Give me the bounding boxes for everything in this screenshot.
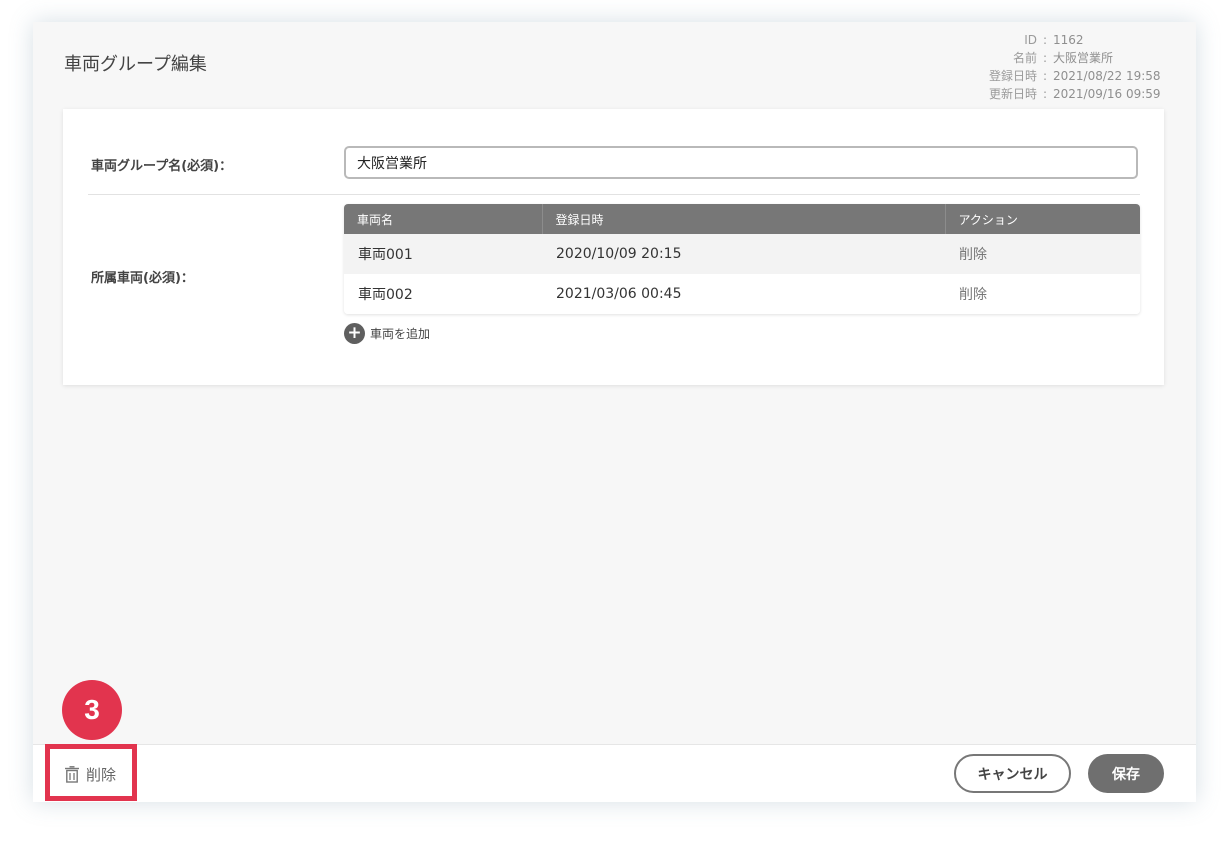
add-vehicle-button[interactable]: + 車両を追加 bbox=[344, 323, 430, 344]
table-header-row: 車両名 登録日時 アクション bbox=[344, 204, 1140, 234]
meta-value: 大阪営業所 bbox=[1053, 51, 1114, 65]
meta-key: ID bbox=[1024, 33, 1037, 47]
vehicles-table: 車両名 登録日時 アクション 車両001 2020/10/09 20:15 削除… bbox=[344, 204, 1140, 314]
step-number-badge: 3 bbox=[62, 680, 122, 740]
column-header-registered-at[interactable]: 登録日時 bbox=[542, 204, 946, 234]
meta-registered-at: 登録日時 : 2021/08/22 19:58 bbox=[989, 67, 1163, 85]
meta-value: 2021/08/22 19:58 bbox=[1053, 69, 1161, 83]
group-name-input[interactable] bbox=[344, 146, 1138, 179]
group-name-row: 車両グループ名(必須)： bbox=[88, 109, 1140, 195]
meta-key: 更新日時 bbox=[988, 87, 1037, 101]
remove-vehicle-link[interactable]: 削除 bbox=[945, 274, 1140, 314]
meta-separator: : bbox=[1042, 69, 1048, 83]
vehicle-name-cell: 車両002 bbox=[344, 274, 542, 314]
meta-value: 1162 bbox=[1053, 33, 1084, 47]
record-meta: ID : 1162 名前 : 大阪営業所 登録日時 : 2021/08/22 1… bbox=[989, 31, 1163, 103]
registered-at-cell: 2020/10/09 20:15 bbox=[542, 234, 945, 274]
footer-bar: 削除 キャンセル 保存 bbox=[33, 744, 1196, 802]
column-header-action: アクション bbox=[945, 204, 1140, 234]
vehicle-name-cell: 車両001 bbox=[344, 234, 542, 274]
edit-vehicle-group-window: 車両グループ編集 ID : 1162 名前 : 大阪営業所 登録日時 : 202… bbox=[33, 22, 1196, 802]
save-button[interactable]: 保存 bbox=[1088, 754, 1164, 793]
page-title: 車両グループ編集 bbox=[64, 54, 207, 75]
meta-separator: : bbox=[1042, 87, 1048, 101]
meta-key: 登録日時 bbox=[988, 69, 1037, 83]
cancel-button[interactable]: キャンセル bbox=[954, 754, 1071, 793]
table-row: 車両001 2020/10/09 20:15 削除 bbox=[344, 234, 1140, 274]
delete-group-button[interactable]: 削除 bbox=[64, 764, 116, 785]
delete-label: 削除 bbox=[86, 766, 117, 784]
meta-separator: : bbox=[1042, 51, 1048, 65]
group-name-label: 車両グループ名(必須)： bbox=[91, 159, 233, 174]
trash-icon bbox=[65, 766, 79, 783]
add-vehicle-label: 車両を追加 bbox=[370, 327, 431, 341]
registered-at-cell: 2021/03/06 00:45 bbox=[542, 274, 945, 314]
plus-circle-icon: + bbox=[344, 323, 365, 344]
meta-key: 名前 bbox=[1012, 51, 1037, 65]
table-row: 車両002 2021/03/06 00:45 削除 bbox=[344, 274, 1140, 314]
form-card: 車両グループ名(必須)： 所属車両(必須)： 車両名 登録日時 アクション 車両… bbox=[63, 109, 1164, 385]
column-header-vehicle-name[interactable]: 車両名 bbox=[344, 204, 543, 234]
meta-updated-at: 更新日時 : 2021/09/16 09:59 bbox=[989, 85, 1163, 103]
meta-id: ID : 1162 bbox=[989, 31, 1163, 49]
meta-separator: : bbox=[1042, 33, 1048, 47]
meta-value: 2021/09/16 09:59 bbox=[1053, 87, 1161, 101]
vehicles-label: 所属車両(必須)： bbox=[91, 271, 194, 286]
remove-vehicle-link[interactable]: 削除 bbox=[945, 234, 1140, 274]
meta-name: 名前 : 大阪営業所 bbox=[989, 49, 1163, 67]
